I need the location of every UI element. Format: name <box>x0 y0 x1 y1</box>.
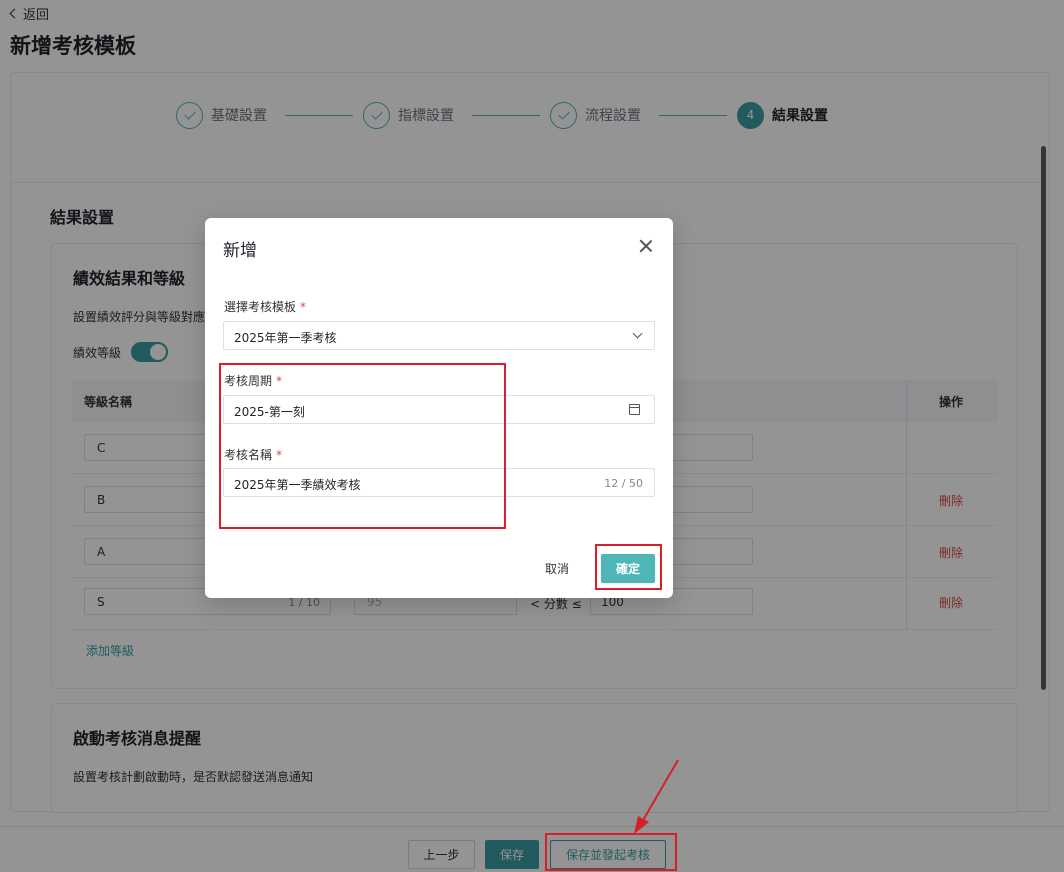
template-label: 選擇考核模板 * <box>224 300 307 314</box>
template-select[interactable]: 2025年第一季考核 <box>223 321 655 350</box>
annotation-arrow-icon <box>634 759 679 834</box>
chevron-down-icon <box>632 328 643 339</box>
annotation-box-confirm <box>595 544 662 590</box>
annotation-box-fields <box>219 363 506 529</box>
char-count: 12 / 50 <box>604 477 643 490</box>
close-icon[interactable] <box>639 239 653 253</box>
dialog-title: 新增 <box>223 241 257 261</box>
calendar-icon <box>629 404 640 415</box>
cancel-button[interactable]: 取消 <box>545 560 569 577</box>
annotation-box-save-start <box>545 833 677 871</box>
